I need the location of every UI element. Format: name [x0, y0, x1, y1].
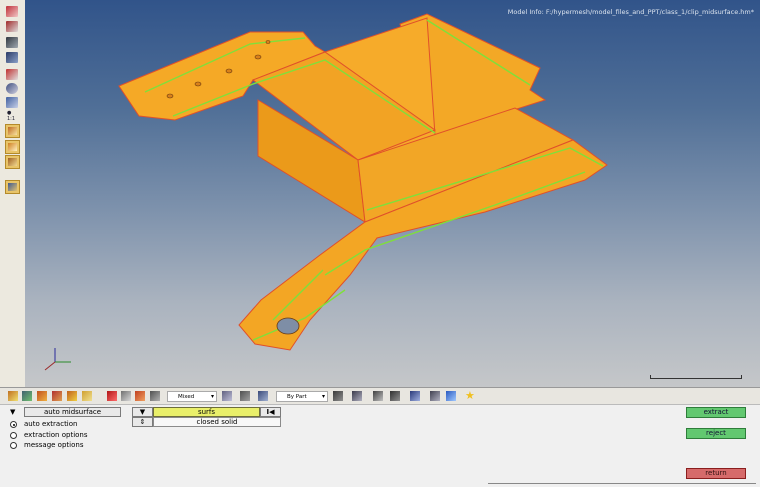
mask-icon[interactable] [121, 391, 131, 401]
message-options-label[interactable]: message options [24, 441, 83, 449]
edge-display-icon[interactable] [373, 391, 383, 401]
sphere-icon[interactable] [6, 83, 18, 94]
visualization-icon[interactable] [222, 391, 232, 401]
orient-tool-icon[interactable] [5, 124, 20, 138]
render-icon[interactable] [258, 391, 268, 401]
mode-switch-icon[interactable]: ⇕ [132, 417, 153, 427]
fe-display-icon[interactable] [82, 391, 92, 401]
auto-extraction-label[interactable]: auto extraction [24, 420, 77, 428]
shaded-icon[interactable] [352, 391, 362, 401]
find-icon[interactable] [135, 391, 145, 401]
axis-triad [44, 348, 71, 371]
scale-bar [650, 375, 742, 379]
transform-icon[interactable] [150, 391, 160, 401]
wireframe-icon[interactable] [333, 391, 343, 401]
monitor-icon[interactable] [446, 391, 456, 401]
component-display-icon[interactable] [8, 391, 18, 401]
component-icon[interactable] [6, 6, 18, 17]
extraction-options-radio[interactable] [10, 432, 17, 439]
reset-selection-icon[interactable]: I◀ [260, 407, 281, 417]
bottom-toolbar: Mixed ▾ By Part ▾ ★ [0, 387, 760, 405]
surface-icon[interactable] [6, 21, 18, 32]
rotate-icon[interactable] [6, 97, 18, 108]
reject-button[interactable]: reject [686, 428, 746, 439]
closed-solid-selector[interactable]: closed solid [153, 417, 281, 427]
transparency-icon[interactable] [430, 391, 440, 401]
view-tool-icon[interactable] [5, 180, 20, 194]
arm-hole [276, 317, 300, 335]
mesh-icon[interactable] [6, 52, 18, 63]
extraction-options-label[interactable]: extraction options [24, 431, 88, 439]
return-button[interactable]: return [686, 468, 746, 479]
mesh-display-icon[interactable] [52, 391, 62, 401]
element-icon[interactable] [6, 69, 18, 80]
subpanel-toggle-icon[interactable]: ▼ [10, 408, 15, 416]
solid-icon[interactable] [6, 37, 18, 48]
surfs-selector[interactable]: surfs [153, 407, 260, 417]
left-toolbar: ● 1:1 [0, 0, 26, 388]
extract-button[interactable]: extract [686, 407, 746, 418]
midsurface-panel: ▼ auto midsurface auto extraction extrac… [0, 405, 760, 486]
graphics-viewport[interactable]: Model Info: F:/hypermesh/model_files_and… [25, 0, 760, 387]
lighting-icon[interactable] [240, 391, 250, 401]
geometry-display-icon[interactable] [37, 391, 47, 401]
color-mode-select[interactable]: By Part ▾ [276, 391, 328, 402]
clipping-icon[interactable] [410, 391, 420, 401]
entity-toggle-button[interactable]: ▼ [132, 407, 153, 417]
status-bar [488, 483, 756, 487]
clip-model[interactable] [25, 0, 760, 387]
info-icon[interactable]: ● 1:1 [7, 110, 15, 122]
element-display-icon[interactable] [67, 391, 77, 401]
shaded-display-icon[interactable] [22, 391, 32, 401]
star-icon[interactable]: ★ [465, 390, 475, 401]
message-options-radio[interactable] [10, 442, 17, 449]
edge-tool-icon[interactable] [5, 155, 20, 169]
feature-line-icon[interactable] [390, 391, 400, 401]
subpanel-title-button[interactable]: auto midsurface [24, 407, 121, 417]
auto-extraction-radio[interactable] [10, 421, 17, 428]
delete-icon[interactable] [107, 391, 117, 401]
display-mode-select[interactable]: Mixed ▾ [167, 391, 217, 402]
area-tool-icon[interactable] [5, 140, 20, 154]
